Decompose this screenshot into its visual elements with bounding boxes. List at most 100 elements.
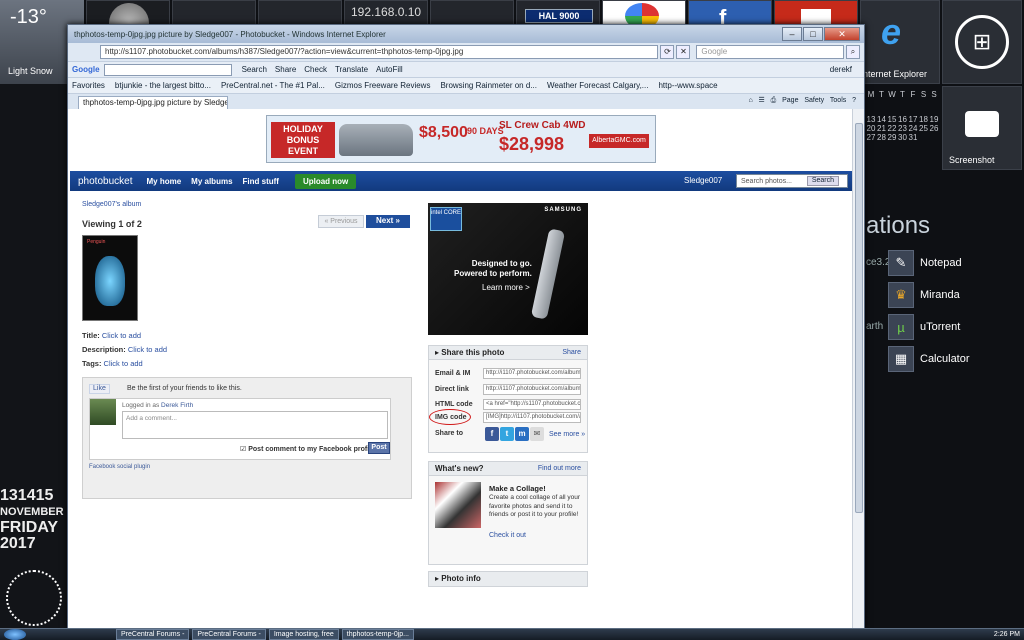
samsung-ad[interactable]: intel CORE SAMSUNG Designed to go. Power… — [428, 203, 588, 335]
taskbar: PreCentral Forums - PreCentral Forums - … — [0, 628, 1024, 640]
samsung-tagline: Designed to go. Powered to perform. — [454, 259, 532, 278]
toolbar-account[interactable]: derekf — [830, 65, 852, 74]
help-icon[interactable]: ? — [852, 97, 856, 104]
twitter-share-icon[interactable]: t — [500, 427, 514, 441]
home-icon[interactable]: ⌂ — [748, 97, 752, 104]
comment-input[interactable]: Add a comment... — [122, 411, 388, 439]
toolbar-autofill-button[interactable]: AutoFill — [376, 65, 403, 74]
stop-icon[interactable]: ✕ — [676, 45, 691, 59]
url-input[interactable]: http://s1107.photobucket.com/albums/h387… — [100, 45, 659, 59]
app-calculator[interactable]: ▦ Calculator — [888, 346, 1018, 372]
gmc-banner-ad[interactable]: HOLIDAY BONUS EVENT $8,500 90 DAYS SL Cr… — [266, 115, 656, 163]
description-click-to-add[interactable]: Click to add — [128, 345, 167, 354]
nav-my-albums[interactable]: My albums — [191, 177, 232, 186]
page-menu[interactable]: Page — [782, 97, 798, 104]
viewing-count: Viewing 1 of 2 — [82, 219, 142, 229]
toolbar-search-button[interactable]: Search — [242, 65, 267, 74]
share-link[interactable]: Share — [562, 346, 581, 359]
photo-search-input[interactable]: Search photos... Search — [736, 174, 848, 188]
see-more-link[interactable]: See more » — [549, 431, 585, 438]
search-icon[interactable]: ⌕ — [846, 45, 860, 59]
command-bar: ⌂ ☰ ⎙ Page Safety Tools ? — [748, 96, 856, 105]
toolbar-check-button[interactable]: Check — [304, 65, 327, 74]
taskbar-button[interactable]: PreCentral Forums - — [192, 629, 266, 640]
tab-photobucket[interactable]: thphotos-temp-0jpg.jpg picture by Sledge… — [78, 96, 228, 109]
post-to-profile-checkbox[interactable]: ☑ Post comment to my Facebook profile — [240, 445, 375, 453]
app-utorrent[interactable]: µ uTorrent — [888, 314, 1018, 340]
photobucket-nav: photobucket My home My albums Find stuff… — [70, 171, 852, 191]
share-panel-header[interactable]: ▸ Share this photo Share — [429, 346, 587, 360]
facebook-user-link[interactable]: Derek Firth — [161, 402, 193, 409]
check-it-out-link[interactable]: Check it out — [489, 532, 526, 539]
scrollbar-thumb[interactable] — [855, 123, 863, 513]
album-breadcrumb[interactable]: Sledge007's album — [82, 201, 141, 208]
windows-logo-icon: ⊞ — [955, 15, 1009, 69]
google-toolbar-input[interactable] — [103, 63, 232, 76]
window-titlebar[interactable]: thphotos-temp-0jpg.jpg picture by Sledge… — [68, 25, 864, 43]
collage-image[interactable] — [435, 482, 481, 528]
app-notepad[interactable]: ✎ Notepad — [888, 250, 1018, 276]
email-share-icon[interactable]: ✉ — [530, 427, 544, 441]
ie-tile[interactable]: e nternet Explorer — [860, 0, 940, 84]
next-button[interactable]: Next » — [366, 215, 410, 228]
toolbar-translate-button[interactable]: Translate — [335, 65, 368, 74]
facebook-social-plugin-link[interactable]: Facebook social plugin — [89, 464, 150, 470]
toolbar-share-button[interactable]: Share — [275, 65, 296, 74]
samsung-learn-more[interactable]: Learn more > — [482, 283, 530, 292]
page-scrollbar[interactable] — [852, 109, 864, 629]
favorite-link[interactable]: Weather Forecast Calgary,... — [547, 81, 649, 90]
html-code-field[interactable]: <a href="http://s1107.photobucket.com — [483, 399, 581, 410]
photobucket-logo[interactable]: photobucket — [78, 176, 133, 187]
nav-find-stuff[interactable]: Find stuff — [243, 177, 279, 186]
close-button[interactable]: ✕ — [824, 27, 860, 41]
windows-tile[interactable]: ⊞ — [942, 0, 1022, 84]
start-button[interactable] — [4, 629, 26, 640]
browser-search-input[interactable]: Google — [696, 45, 845, 59]
favorite-link[interactable]: PreCentral.net - The #1 Pal... — [221, 81, 325, 90]
find-out-more-link[interactable]: Find out more — [538, 462, 581, 475]
refresh-icon[interactable]: ⟳ — [660, 45, 675, 59]
nav-my-home[interactable]: My home — [147, 177, 182, 186]
feeds-icon[interactable]: ☰ — [759, 97, 765, 104]
samsung-logo: SAMSUNG — [544, 207, 582, 213]
photo-info-title: Photo info — [441, 574, 481, 583]
user-menu[interactable]: Sledge007 — [684, 176, 722, 185]
favorite-link[interactable]: Gizmos Freeware Reviews — [335, 81, 431, 90]
taskbar-button[interactable]: Image hosting, free — [268, 629, 339, 640]
photo-info-panel[interactable]: ▸ Photo info — [428, 571, 588, 587]
safety-menu[interactable]: Safety — [804, 97, 824, 104]
previous-button[interactable]: « Previous — [318, 215, 364, 228]
photo-thumbnail[interactable]: Penguin — [82, 235, 138, 321]
upload-now-button[interactable]: Upload now — [294, 173, 357, 189]
minimize-button[interactable]: – — [782, 27, 802, 41]
photo-search-button[interactable]: Search — [806, 176, 839, 186]
screenshot-tile[interactable]: Screenshot — [942, 86, 1022, 170]
tags-click-to-add[interactable]: Click to add — [104, 359, 143, 368]
facebook-like-button[interactable]: Like — [89, 384, 110, 394]
img-code-field[interactable]: [IMG]http://i1107.photobucket.com/al — [483, 412, 581, 423]
calendar-widget: MTWTFSS 13 14 15 16 17 18 19 20 21 22 23 24 25 26 27… — [866, 90, 940, 142]
facebook-share-icon[interactable]: f — [485, 427, 499, 441]
google-toolbar: Google Search Share Check Translate Auto… — [68, 61, 864, 77]
title-click-to-add[interactable]: Click to add — [102, 331, 141, 340]
ie-label: nternet Explorer — [863, 69, 928, 79]
direct-link-label: Direct link — [435, 386, 469, 393]
favorites-button[interactable]: Favorites — [72, 81, 105, 90]
weather-condition: Light Snow — [8, 66, 53, 76]
print-icon[interactable]: ⎙ — [771, 97, 777, 104]
maximize-button[interactable]: □ — [803, 27, 823, 41]
email-im-field[interactable]: http://i1107.photobucket.com/albums/ — [483, 368, 581, 379]
favorite-link[interactable]: btjunkie - the largest bitto... — [115, 81, 211, 90]
tools-menu[interactable]: Tools — [830, 97, 846, 104]
taskbar-button[interactable]: PreCentral Forums - — [116, 629, 190, 640]
app-miranda[interactable]: ♛ Miranda — [888, 282, 1018, 308]
tray-clock[interactable]: 2:26 PM — [994, 629, 1020, 640]
direct-link-field[interactable]: http://i1107.photobucket.com/albums/ — [483, 384, 581, 395]
favorite-link[interactable]: http--www.space — [658, 81, 717, 90]
photo-info-header[interactable]: ▸ Photo info — [429, 572, 587, 586]
network-ip: 192.168.0.10 — [351, 5, 422, 19]
favorite-link[interactable]: Browsing Rainmeter on d... — [440, 81, 537, 90]
myspace-share-icon[interactable]: m — [515, 427, 529, 441]
post-button[interactable]: Post — [368, 442, 390, 454]
taskbar-button[interactable]: thphotos-temp-0jp... — [341, 629, 415, 640]
